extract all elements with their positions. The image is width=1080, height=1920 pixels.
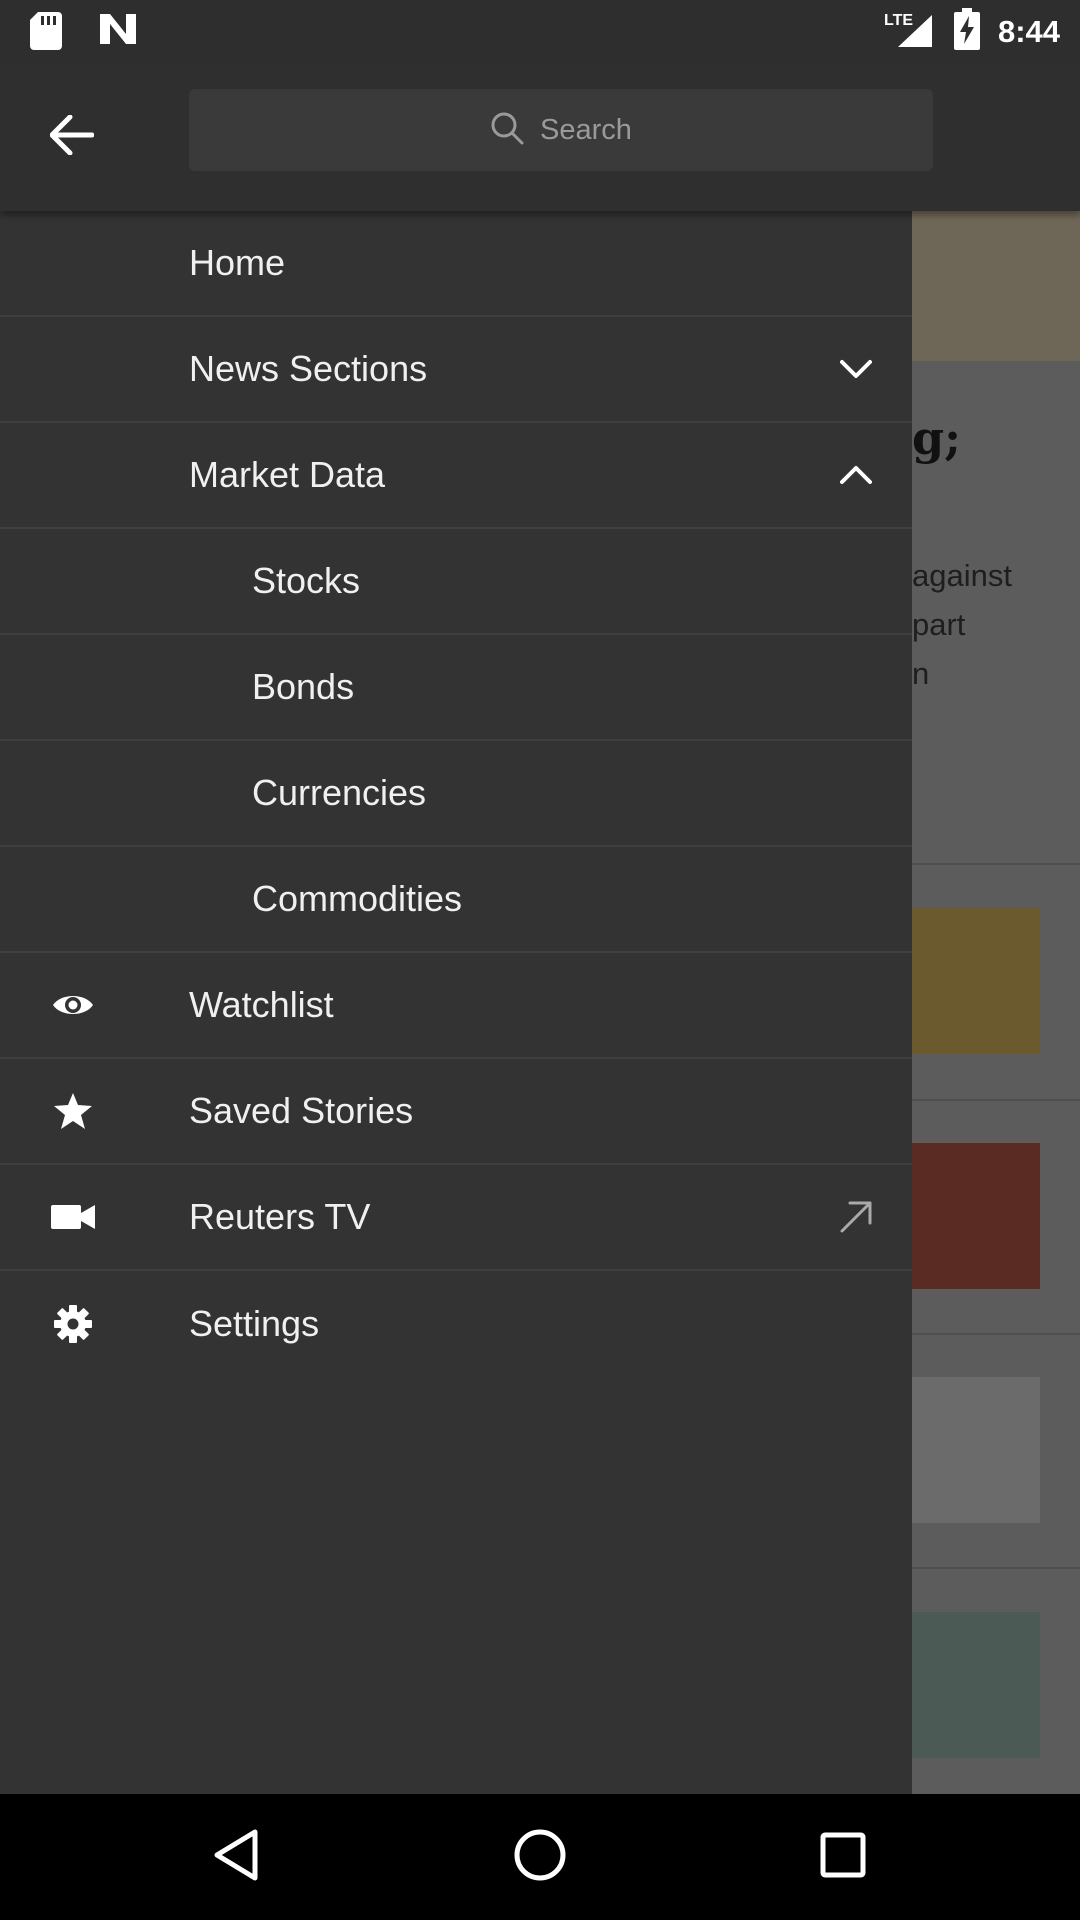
back-button[interactable] <box>40 105 104 169</box>
screen: LTE 8:44 Search g; against part n Home N… <box>0 0 1080 1920</box>
text-fragment: part <box>912 607 966 642</box>
nav-recents-button[interactable] <box>810 1824 876 1890</box>
back-triangle-icon <box>211 1828 261 1887</box>
navigation-drawer: Home News Sections Market Data Stocks Bo… <box>0 211 912 1794</box>
divider <box>912 1099 1080 1101</box>
status-time: 8:44 <box>997 13 1060 49</box>
star-icon <box>50 1088 96 1134</box>
text-fragment: against <box>912 558 1012 593</box>
menu-item-reuters-tv[interactable]: Reuters TV <box>0 1165 912 1271</box>
n-app-icon <box>98 12 138 55</box>
system-nav-bar <box>0 1794 1080 1920</box>
eye-icon <box>50 982 96 1028</box>
divider <box>912 863 1080 865</box>
divider <box>912 1567 1080 1569</box>
article-image <box>912 211 1080 361</box>
menu-item-label: Settings <box>189 1303 320 1344</box>
menu-item-settings[interactable]: Settings <box>0 1271 912 1377</box>
menu-item-commodities[interactable]: Commodities <box>0 847 912 953</box>
menu-item-currencies[interactable]: Currencies <box>0 741 912 847</box>
background-article-list: g; against part n <box>912 211 1080 1794</box>
menu-item-label: Watchlist <box>189 984 334 1025</box>
menu-item-label: Saved Stories <box>189 1090 414 1131</box>
external-link-arrow-icon <box>836 1197 876 1237</box>
article-image <box>912 1377 1040 1523</box>
sd-card-icon <box>30 12 62 55</box>
home-circle-icon <box>513 1828 567 1887</box>
menu-item-label: Currencies <box>252 772 427 813</box>
menu-item-home[interactable]: Home <box>0 211 912 317</box>
search-placeholder: Search <box>540 113 632 146</box>
menu-item-label: News Sections <box>189 348 428 389</box>
nav-home-button[interactable] <box>507 1824 573 1890</box>
menu-item-label: Market Data <box>189 454 386 495</box>
menu-item-label: Home <box>189 242 286 283</box>
article-image <box>912 1612 1040 1758</box>
status-bar: LTE 8:44 <box>0 0 1080 63</box>
gear-icon <box>50 1301 96 1347</box>
menu-item-label: Reuters TV <box>189 1196 371 1237</box>
article-image <box>912 908 1040 1054</box>
menu-item-news-sections[interactable]: News Sections <box>0 317 912 423</box>
chevron-up-icon[interactable] <box>836 455 876 495</box>
text-fragment: n <box>912 656 930 691</box>
menu-item-label: Bonds <box>252 666 355 707</box>
svg-text:LTE: LTE <box>884 12 913 29</box>
drawer-header: Search <box>0 63 1080 211</box>
menu-item-saved-stories[interactable]: Saved Stories <box>0 1059 912 1165</box>
menu-item-label: Stocks <box>252 560 361 601</box>
search-icon <box>490 111 524 150</box>
nav-back-button[interactable] <box>203 1824 269 1890</box>
arrow-back-icon <box>49 114 95 160</box>
menu-item-label: Commodities <box>252 878 463 919</box>
chevron-down-icon[interactable] <box>836 349 876 389</box>
headline-fragment: g; <box>912 411 962 465</box>
video-camera-icon <box>50 1194 96 1240</box>
recents-square-icon <box>819 1831 867 1884</box>
divider <box>912 1333 1080 1335</box>
search-input[interactable]: Search <box>189 89 933 171</box>
menu-item-bonds[interactable]: Bonds <box>0 635 912 741</box>
article-image <box>912 1143 1040 1289</box>
battery-charging-icon <box>953 8 980 55</box>
menu-item-market-data[interactable]: Market Data <box>0 423 912 529</box>
menu-item-watchlist[interactable]: Watchlist <box>0 953 912 1059</box>
lte-signal-icon: LTE <box>884 9 936 54</box>
menu-item-stocks[interactable]: Stocks <box>0 529 912 635</box>
